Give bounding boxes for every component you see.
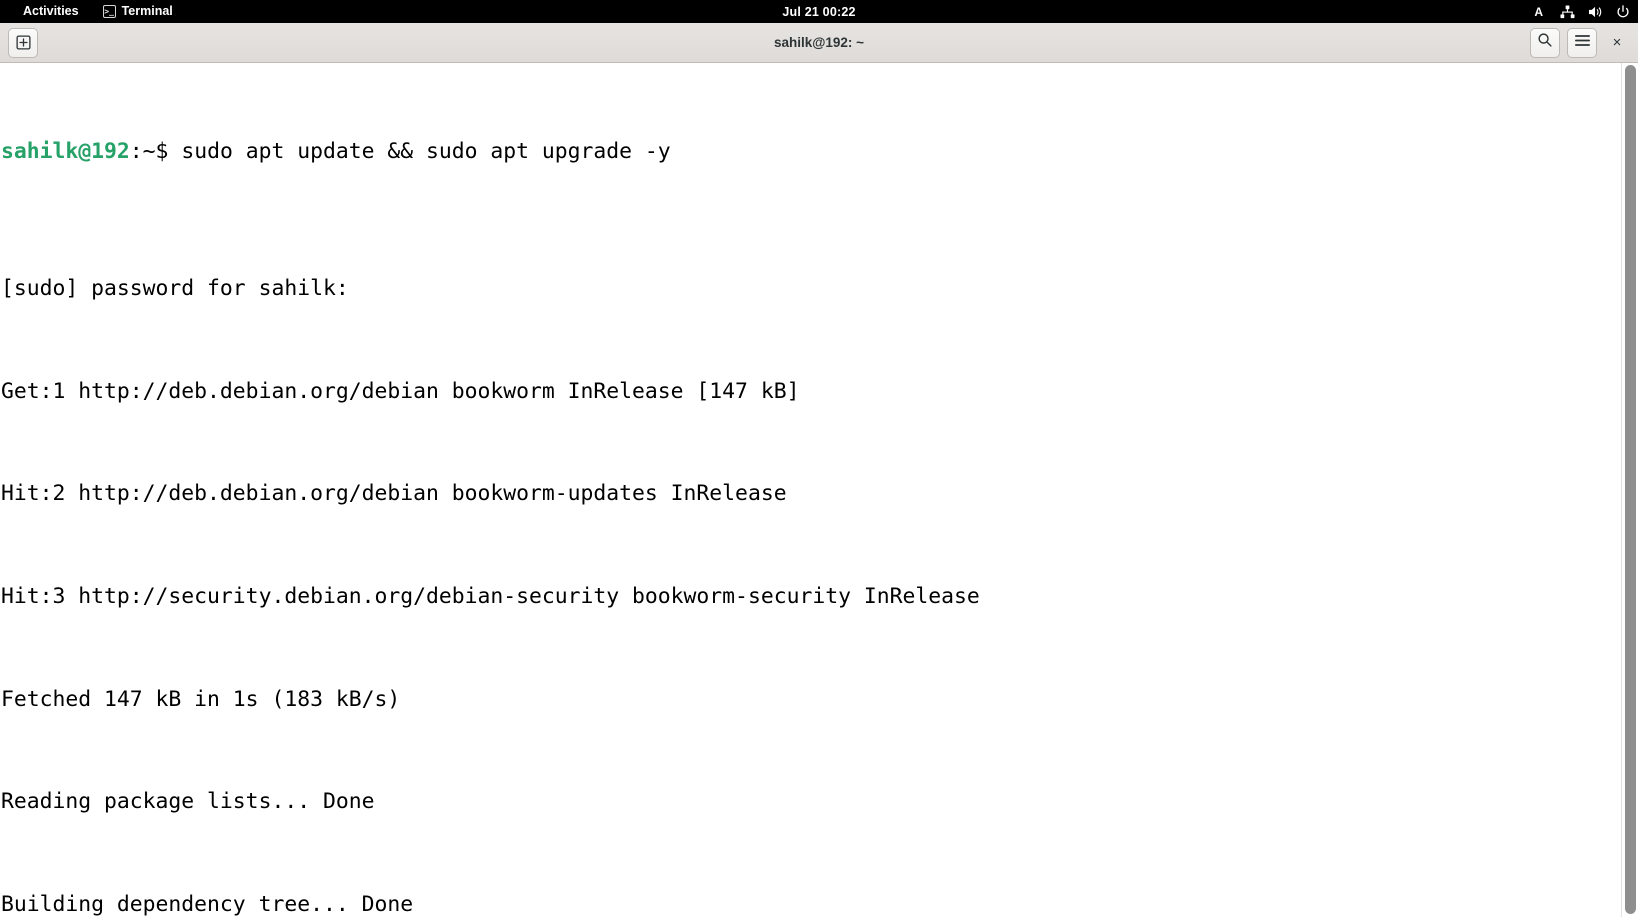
power-icon[interactable]: [1616, 4, 1630, 19]
terminal-icon-glyph: >_: [104, 6, 114, 16]
network-icon[interactable]: [1560, 4, 1575, 19]
system-status-area[interactable]: A: [1530, 0, 1630, 23]
clock[interactable]: Jul 21 00:22: [0, 5, 1638, 19]
prompt-user-host: sahilk@192: [1, 139, 130, 165]
terminal-line: Hit:2 http://deb.debian.org/debian bookw…: [1, 481, 787, 507]
terminal-line: Building dependency tree... Done: [1, 891, 414, 917]
close-window-button[interactable]: ×: [1604, 30, 1630, 56]
header-right-controls: ×: [1530, 27, 1630, 58]
window-header-bar: sahilk@192: ~ ×: [0, 23, 1638, 63]
terminal-text: sahilk@192:~$ sudo apt update && sudo ap…: [0, 63, 1621, 917]
main-menu-button[interactable]: [1567, 27, 1597, 58]
new-tab-button[interactable]: [8, 27, 38, 58]
scrollbar-thumb[interactable]: [1625, 65, 1636, 914]
top-bar-left-group: Activities >_ Terminal: [0, 0, 185, 23]
terminal-scrollbar[interactable]: [1621, 63, 1638, 917]
terminal-line: Fetched 147 kB in 1s (183 kB/s): [1, 686, 401, 712]
search-button[interactable]: [1530, 27, 1560, 58]
terminal-command: sudo apt update && sudo apt upgrade -y: [168, 139, 671, 165]
window-title: sahilk@192: ~: [773, 35, 865, 50]
close-icon: ×: [1612, 34, 1622, 51]
terminal-line: Get:1 http://deb.debian.org/debian bookw…: [1, 378, 800, 404]
app-menu-label: Terminal: [121, 4, 173, 18]
activities-label: Activities: [23, 4, 79, 18]
terminal-icon: >_: [102, 5, 116, 18]
terminal-line: [sudo] password for sahilk:: [1, 276, 349, 302]
gnome-top-bar: Activities >_ Terminal Jul 21 00:22 A: [0, 0, 1638, 23]
terminal-line: Hit:3 http://security.debian.org/debian-…: [1, 583, 980, 609]
header-left-controls: [8, 27, 38, 58]
app-menu-terminal[interactable]: >_ Terminal: [91, 0, 185, 23]
keyboard-layout-indicator[interactable]: A: [1530, 5, 1547, 19]
terminal-line: Reading package lists... Done: [1, 789, 375, 815]
volume-icon[interactable]: [1588, 5, 1603, 19]
terminal-output-area[interactable]: sahilk@192:~$ sudo apt update && sudo ap…: [0, 63, 1638, 917]
activities-button[interactable]: Activities: [11, 0, 91, 23]
hamburger-menu-icon: [1574, 33, 1591, 53]
terminal-line-prompt-command: sahilk@192:~$ sudo apt update && sudo ap…: [1, 135, 1621, 169]
search-icon: [1537, 32, 1553, 53]
prompt-tail: :~$: [129, 139, 169, 165]
